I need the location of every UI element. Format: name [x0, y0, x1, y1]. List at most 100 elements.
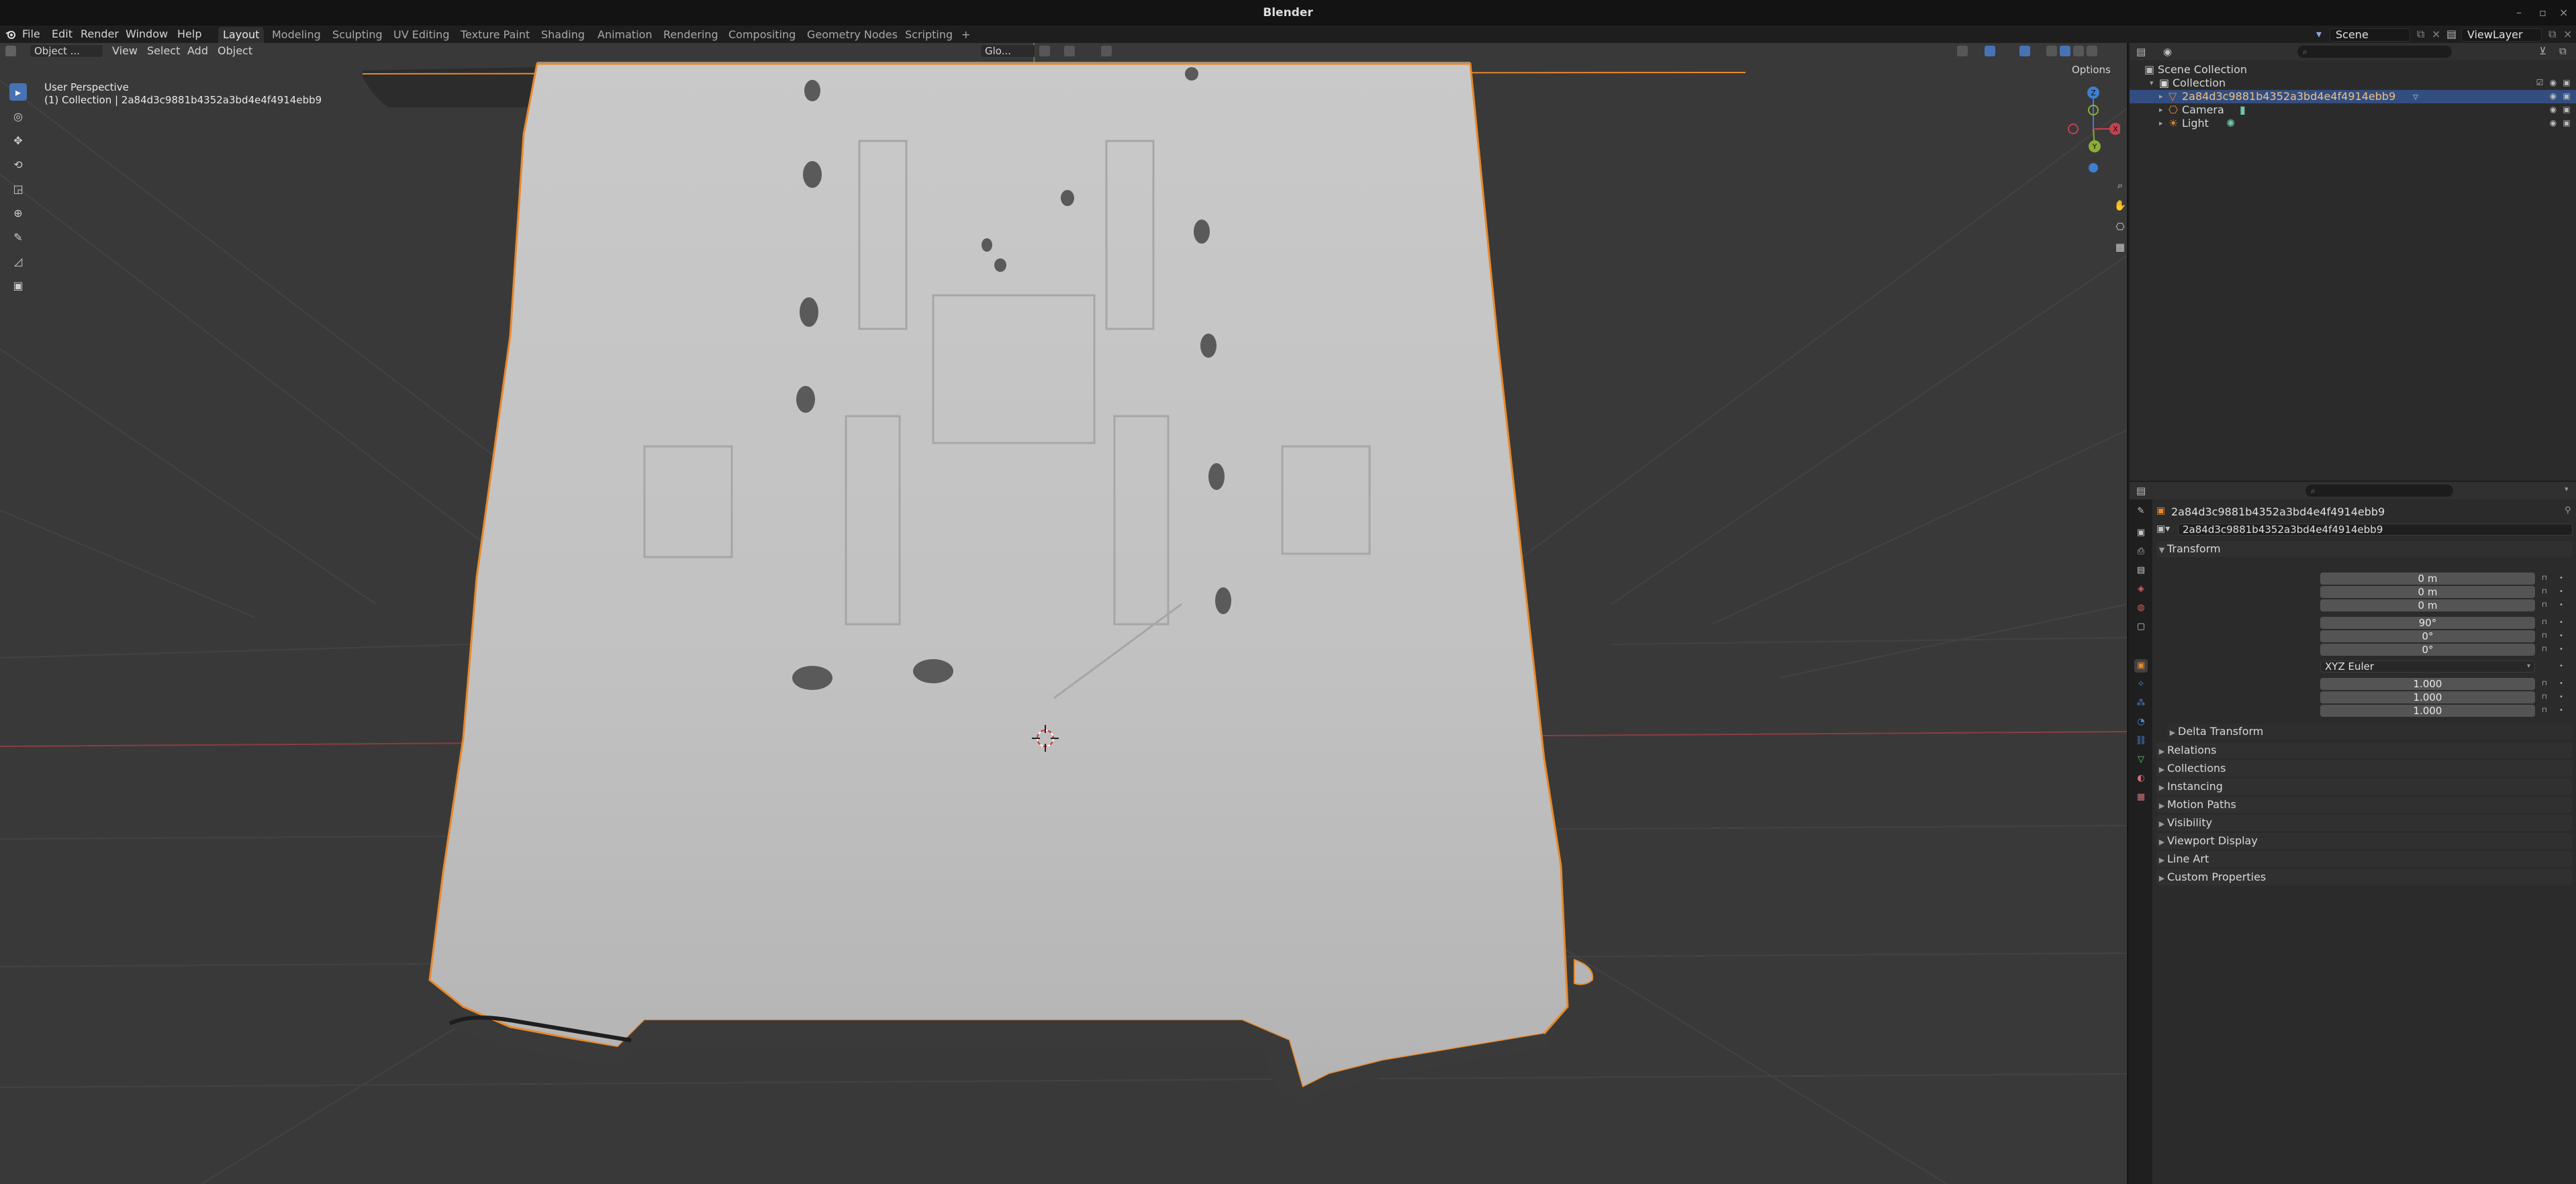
- output-tab-icon[interactable]: ⎙: [2134, 545, 2148, 558]
- keyframe-dot-icon[interactable]: •: [2559, 646, 2566, 653]
- 3d-viewport[interactable]: Object ... View Select Add Object Glo...…: [0, 43, 2128, 1184]
- scene-selector[interactable]: Scene: [2330, 28, 2410, 42]
- viewport-scene[interactable]: [0, 43, 2128, 1184]
- menu-file[interactable]: File: [22, 26, 40, 43]
- menu-help[interactable]: Help: [177, 26, 201, 43]
- rotation-mode-dropdown[interactable]: XYZ Euler ▾: [2320, 660, 2535, 673]
- keyframe-dot-icon[interactable]: •: [2559, 575, 2566, 582]
- measure-tool[interactable]: ◿: [9, 252, 27, 270]
- scale-x-field[interactable]: 1.000: [2320, 678, 2535, 690]
- axis-gizmo[interactable]: Z Y X: [2060, 83, 2121, 177]
- tab-uv-editing[interactable]: UV Editing: [389, 27, 454, 43]
- custom-properties-panel-header[interactable]: ▶ Custom Properties: [2156, 869, 2573, 885]
- viewport-display-panel-header[interactable]: ▶ Viewport Display: [2156, 833, 2573, 849]
- move-tool[interactable]: ✥: [9, 132, 27, 149]
- transform-tool[interactable]: ⊕: [9, 204, 27, 221]
- outliner-search-field[interactable]: ⌕: [2297, 46, 2452, 58]
- zoom-icon[interactable]: ⌕: [2113, 179, 2127, 192]
- rotation-x-field[interactable]: 90°: [2320, 617, 2535, 629]
- xray-toggle-icon[interactable]: [2019, 46, 2030, 56]
- render-camera-icon[interactable]: ▣: [2562, 105, 2571, 114]
- delete-scene-icon[interactable]: ×: [2432, 26, 2440, 43]
- menu-add[interactable]: Add: [187, 43, 208, 59]
- tab-shading[interactable]: Shading: [536, 27, 589, 43]
- tab-modeling[interactable]: Modeling: [267, 27, 326, 43]
- add-workspace-button[interactable]: +: [957, 27, 975, 43]
- render-tab-icon[interactable]: ▣: [2134, 526, 2148, 540]
- add-cube-tool[interactable]: ▣: [9, 277, 27, 294]
- tab-sculpting[interactable]: Sculpting: [328, 27, 387, 43]
- transform-orientation-selector[interactable]: Glo...: [980, 44, 1035, 58]
- pin-icon[interactable]: ⚲: [2565, 505, 2571, 515]
- scene-icon[interactable]: ▾: [2316, 26, 2322, 43]
- menu-window[interactable]: Window: [126, 26, 168, 43]
- scanned-mesh-object[interactable]: [428, 62, 1569, 1089]
- tab-texture-paint[interactable]: Texture Paint: [456, 27, 534, 43]
- filter-icon[interactable]: ⊻: [2539, 45, 2546, 57]
- menu-edit[interactable]: Edit: [52, 26, 73, 43]
- render-camera-icon[interactable]: ▣: [2562, 91, 2571, 101]
- options-dropdown[interactable]: Options: [2072, 62, 2111, 78]
- world-tab-icon[interactable]: ◍: [2134, 601, 2148, 615]
- collections-panel-header[interactable]: ▶ Collections: [2156, 760, 2573, 777]
- new-collection-icon[interactable]: ⧉: [2559, 45, 2567, 57]
- blender-logo-icon[interactable]: [5, 30, 16, 39]
- show-overlays-icon[interactable]: [1985, 46, 1995, 56]
- object-datablock-icon[interactable]: ▣▾: [2156, 524, 2170, 534]
- render-camera-icon[interactable]: ▣: [2562, 78, 2571, 87]
- navigation-gizmo[interactable]: Z Y X ⌕ ✋ ⎔ ▦: [2060, 83, 2126, 258]
- select-box-tool[interactable]: ▸: [9, 83, 27, 101]
- line-art-panel-header[interactable]: ▶ Line Art: [2156, 851, 2573, 867]
- mode-selector[interactable]: Object ...: [30, 44, 103, 58]
- lock-icon[interactable]: ⊓: [2542, 681, 2548, 687]
- snap-icon[interactable]: [1064, 46, 1075, 56]
- physics-tab-icon[interactable]: ◔: [2134, 716, 2148, 729]
- location-x-field[interactable]: 0 m: [2320, 573, 2535, 585]
- wireframe-shading-icon[interactable]: [2046, 46, 2057, 56]
- lock-icon[interactable]: ⊓: [2542, 602, 2548, 609]
- constraints-tab-icon[interactable]: ⛓: [2134, 734, 2148, 748]
- solid-shading-icon[interactable]: [2060, 46, 2070, 56]
- delta-transform-header[interactable]: ▶ Delta Transform: [2167, 724, 2573, 740]
- properties-search-field[interactable]: ⌕: [2305, 485, 2453, 497]
- pan-hand-icon[interactable]: ✋: [2113, 199, 2127, 212]
- lock-icon[interactable]: ⊓: [2542, 589, 2548, 595]
- maximize-button[interactable]: ▫: [2539, 0, 2546, 26]
- lock-icon[interactable]: ⊓: [2542, 620, 2548, 626]
- keyframe-dot-icon[interactable]: •: [2559, 707, 2566, 714]
- ortho-toggle-icon[interactable]: ▦: [2113, 240, 2127, 254]
- instancing-panel-header[interactable]: ▶ Instancing: [2156, 779, 2573, 795]
- lock-icon[interactable]: ⊓: [2542, 633, 2548, 640]
- display-mode-icon[interactable]: ◉: [2163, 46, 2172, 58]
- menu-object[interactable]: Object: [218, 43, 252, 59]
- collection-tab-icon[interactable]: ▢: [2134, 620, 2148, 634]
- visibility-panel-header[interactable]: ▶ Visibility: [2156, 815, 2573, 831]
- particles-tab-icon[interactable]: ⁂: [2134, 697, 2148, 710]
- lock-icon[interactable]: ⊓: [2542, 575, 2548, 582]
- expand-chevron-icon[interactable]: ▾: [2150, 77, 2154, 90]
- rotate-tool[interactable]: ⟲: [9, 156, 27, 173]
- view-layer-tab-icon[interactable]: ▤: [2134, 564, 2148, 577]
- menu-select[interactable]: Select: [147, 43, 180, 59]
- camera-view-icon[interactable]: ⎔: [2113, 220, 2127, 234]
- tab-compositing[interactable]: Compositing: [724, 27, 800, 43]
- scene-tab-icon[interactable]: ◈: [2134, 583, 2148, 596]
- material-tab-icon[interactable]: ◐: [2134, 772, 2148, 785]
- texture-tab-icon[interactable]: ▦: [2134, 791, 2148, 804]
- keyframe-dot-icon[interactable]: •: [2559, 620, 2566, 626]
- lock-icon[interactable]: ⊓: [2542, 694, 2548, 701]
- outliner-row-scene-collection[interactable]: ▣ Scene Collection: [2130, 63, 2576, 77]
- view-layer-icon[interactable]: ▤: [2446, 26, 2456, 43]
- visibility-eye-icon[interactable]: ◉: [2548, 78, 2558, 87]
- visibility-eye-icon[interactable]: ◉: [2548, 118, 2558, 128]
- outliner-row-camera[interactable]: ▸ ⎔ Camera ▮ ◉ ▣: [2130, 103, 2576, 117]
- minimize-button[interactable]: –: [2516, 0, 2522, 26]
- annotate-tool[interactable]: ✎: [9, 228, 27, 246]
- delete-view-layer-icon[interactable]: ×: [2563, 26, 2572, 43]
- keyframe-dot-icon[interactable]: •: [2559, 694, 2566, 701]
- tab-geometry-nodes[interactable]: Geometry Nodes: [802, 27, 902, 43]
- keyframe-dot-icon[interactable]: •: [2559, 633, 2566, 640]
- keyframe-dot-icon[interactable]: •: [2559, 589, 2566, 595]
- tool-tab-icon[interactable]: ✎: [2134, 505, 2148, 518]
- scale-z-field[interactable]: 1.000: [2320, 705, 2535, 717]
